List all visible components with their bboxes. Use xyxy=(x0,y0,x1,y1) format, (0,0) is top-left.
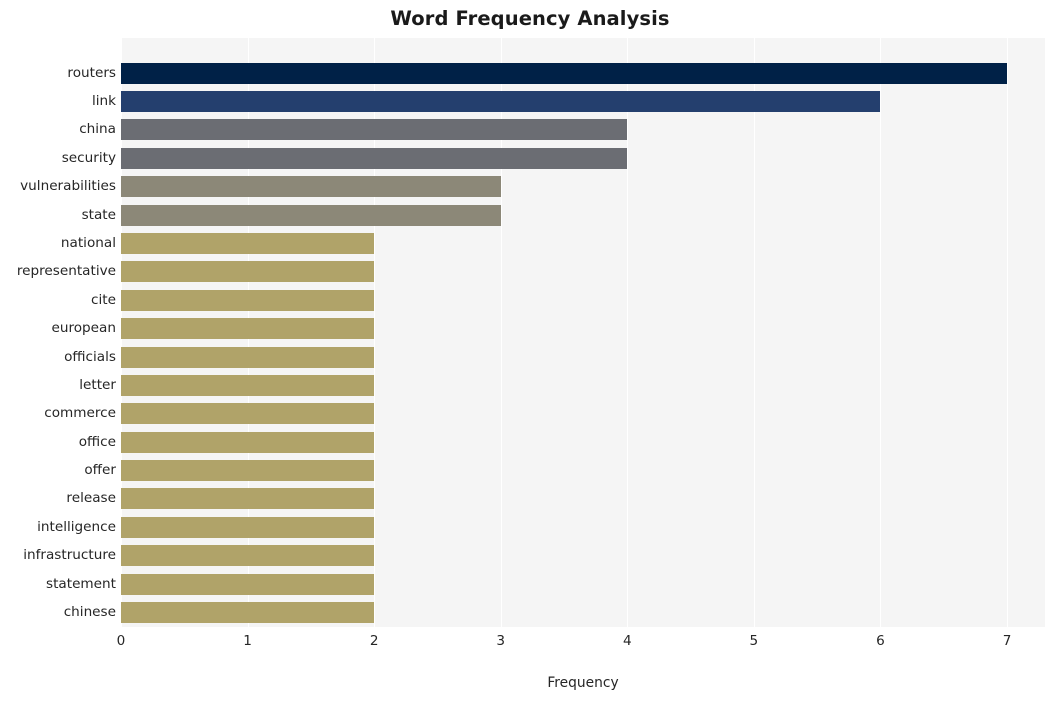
y-tick-label-chinese: chinese xyxy=(63,604,116,621)
x-axis-tick-labels: 0 1 2 3 4 5 6 7 xyxy=(117,631,1045,653)
bar-intelligence[interactable] xyxy=(121,516,375,538)
y-tick-label-vulnerabilities: vulnerabilities xyxy=(20,178,116,195)
y-tick-label-national: national xyxy=(60,235,116,251)
bars-container xyxy=(121,38,1045,627)
bar-office[interactable] xyxy=(121,431,375,453)
y-tick-label-china: china xyxy=(79,121,116,138)
plot-area xyxy=(121,38,1045,627)
y-tick-label-european: european xyxy=(51,320,116,337)
x-tick-label-4: 4 xyxy=(622,633,632,649)
bar-infrastructure[interactable] xyxy=(121,545,375,567)
y-tick-label-release: release xyxy=(66,490,116,507)
x-tick-label-6: 6 xyxy=(876,633,885,649)
bar-commerce[interactable] xyxy=(121,403,375,425)
x-tick-label-2: 2 xyxy=(369,633,379,649)
x-tick-label-7: 7 xyxy=(1002,633,1012,649)
y-tick-label-officials: officials xyxy=(64,348,116,365)
y-tick-label-representative: representative xyxy=(16,263,116,280)
y-tick-label-state: state xyxy=(81,206,116,223)
bar-cite[interactable] xyxy=(121,289,375,311)
bar-officials[interactable] xyxy=(121,346,375,368)
y-tick-label-routers: routers xyxy=(67,64,116,81)
bar-routers[interactable] xyxy=(121,62,1008,84)
y-tick-label-commerce: commerce xyxy=(44,405,116,422)
y-tick-label-link: link xyxy=(91,93,116,110)
bar-release[interactable] xyxy=(121,488,375,510)
y-tick-label-statement: statement xyxy=(46,575,116,592)
bar-link[interactable] xyxy=(121,91,881,113)
bar-letter[interactable] xyxy=(121,374,375,396)
y-tick-label-intelligence: intelligence xyxy=(37,518,116,535)
bar-offer[interactable] xyxy=(121,460,375,482)
x-tick-label-0: 0 xyxy=(116,633,126,649)
y-axis-tick-labels: routers link china security vulnerabilities s… xyxy=(0,38,116,627)
y-tick-label-office: office xyxy=(78,433,116,450)
bar-national[interactable] xyxy=(121,233,375,254)
y-tick-label-security: security xyxy=(61,149,116,166)
y-tick-label-cite: cite xyxy=(91,291,116,308)
bar-representative[interactable] xyxy=(121,261,375,283)
y-tick-label-offer: offer xyxy=(84,462,116,479)
x-axis-title: Frequency xyxy=(547,675,619,691)
bar-state[interactable] xyxy=(121,204,501,226)
x-tick-label-3: 3 xyxy=(496,633,506,649)
y-tick-label-letter: letter xyxy=(79,376,116,393)
bar-vulnerabilities[interactable] xyxy=(121,176,501,198)
word-frequency-chart-figure: Word Frequency Analysis routers link china… xyxy=(0,0,1060,701)
chart-title: Word Frequency Analysis xyxy=(390,7,670,30)
y-tick-label-infrastructure: infrastructure xyxy=(23,547,116,564)
bar-statement[interactable] xyxy=(121,573,375,595)
bar-european[interactable] xyxy=(121,318,375,340)
bar-china[interactable] xyxy=(121,119,628,141)
bar-security[interactable] xyxy=(121,147,628,169)
x-tick-label-1: 1 xyxy=(243,633,252,649)
bar-chinese[interactable] xyxy=(121,602,375,624)
x-tick-label-5: 5 xyxy=(749,633,759,649)
